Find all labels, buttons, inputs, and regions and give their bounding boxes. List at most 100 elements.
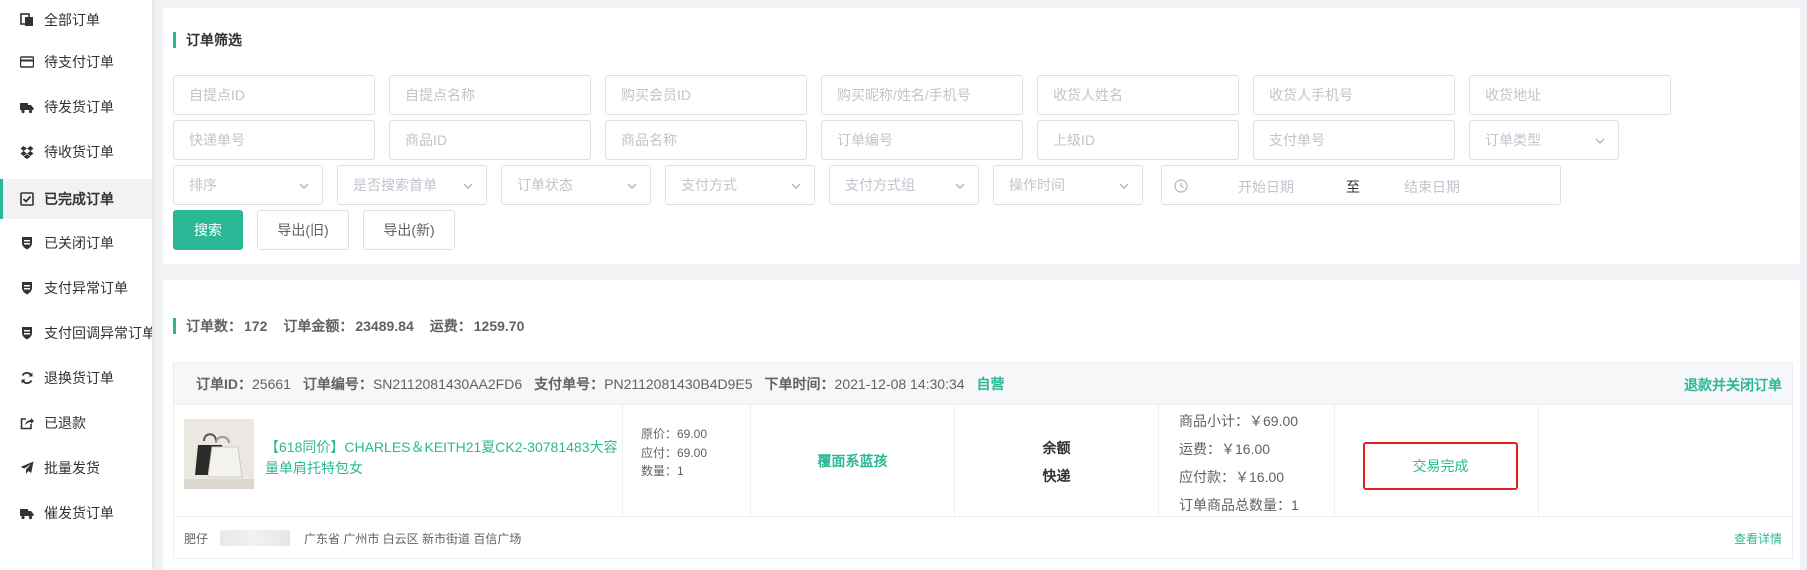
buyer-nickname-input[interactable]: 购买昵称/姓名/手机号 bbox=[821, 75, 1023, 115]
status-cell: 交易完成 bbox=[1335, 405, 1539, 517]
payable-amount: 应付款：￥16.00 bbox=[1179, 469, 1285, 485]
sidebar-item-label: 催发货订单 bbox=[44, 505, 114, 521]
sidebar-item-label: 批量发货 bbox=[44, 460, 100, 476]
sidebar-item-completed[interactable]: 已完成订单 bbox=[0, 179, 152, 219]
first-order-select[interactable]: 是否搜索首单 bbox=[337, 165, 487, 205]
order-type-select[interactable]: 订单类型 bbox=[1469, 120, 1619, 160]
total-quantity: 订单商品总数量：1 bbox=[1179, 497, 1299, 513]
sidebar-item-bulk-ship[interactable]: 批量发货 bbox=[0, 448, 152, 488]
sidebar-item-all-orders[interactable]: 全部订单 bbox=[0, 0, 152, 40]
sidebar: 全部订单 待支付订单 待发货订单 待收货订单 已完成订单 已关闭订单 支付异常订… bbox=[0, 0, 152, 570]
sidebar-item-pending-receipt[interactable]: 待收货订单 bbox=[0, 132, 152, 172]
shipping-fee: 运费：￥16.00 bbox=[1179, 441, 1271, 457]
operation-time-select[interactable]: 操作时间 bbox=[993, 165, 1143, 205]
original-price: 原价：69.00 bbox=[641, 427, 708, 441]
credit-card-icon bbox=[20, 55, 34, 69]
shield-icon bbox=[20, 236, 34, 250]
clock-icon bbox=[1174, 179, 1188, 193]
refresh-icon bbox=[20, 371, 34, 385]
share-square-icon bbox=[20, 416, 34, 430]
receiver-name-input[interactable]: 收货人姓名 bbox=[1037, 75, 1239, 115]
sidebar-item-callback-error[interactable]: 支付回调异常订单 bbox=[0, 313, 152, 353]
payment-group-select[interactable]: 支付方式组 bbox=[829, 165, 979, 205]
receiver-phone-input[interactable]: 收货人手机号 bbox=[1253, 75, 1455, 115]
product-image[interactable] bbox=[184, 419, 254, 489]
pay-no-label: 支付单号： bbox=[534, 375, 605, 392]
chevron-down-icon bbox=[791, 183, 801, 189]
order-count-label: 订单数： bbox=[186, 318, 242, 334]
freight-label: 运费： bbox=[429, 318, 472, 334]
pickup-point-name-input[interactable]: 自提点名称 bbox=[389, 75, 591, 115]
order-status-select-value: 订单状态 bbox=[517, 177, 573, 193]
product-id-input[interactable]: 商品ID bbox=[389, 120, 591, 160]
status-badge: 交易完成 bbox=[1363, 442, 1518, 490]
subtotal: 商品小计：￥69.00 bbox=[1179, 413, 1299, 429]
order-row: 【618同价】CHARLES＆KEITH21夏CK2-30781483大容量单肩… bbox=[174, 405, 1792, 517]
sort-select[interactable]: 排序 bbox=[173, 165, 323, 205]
price-cell: 原价：69.00 应付：69.00 数量：1 bbox=[623, 405, 751, 517]
amount-cell: 商品小计：￥69.00 运费：￥16.00 应付款：￥16.00 订单商品总数量… bbox=[1159, 405, 1335, 517]
receiver-address-input[interactable]: 收货地址 bbox=[1469, 75, 1671, 115]
refund-close-order-link[interactable]: 退款并关闭订单 bbox=[1684, 375, 1782, 395]
chevron-down-icon bbox=[1119, 183, 1129, 189]
payment-method-select[interactable]: 支付方式 bbox=[665, 165, 815, 205]
payment-number-input[interactable]: 支付单号 bbox=[1253, 120, 1455, 160]
order-time-value: 2021-12-08 14:30:34 bbox=[834, 375, 965, 392]
end-date-input[interactable]: 结束日期 bbox=[1404, 177, 1460, 197]
order-status-select[interactable]: 订单状态 bbox=[501, 165, 651, 205]
sidebar-item-payment-error[interactable]: 支付异常订单 bbox=[0, 268, 152, 308]
parent-id-input[interactable]: 上级ID bbox=[1037, 120, 1239, 160]
shield-icon bbox=[20, 281, 34, 295]
view-details-link[interactable]: 查看详情 bbox=[1734, 530, 1782, 547]
sidebar-item-urge-shipment[interactable]: 催发货订单 bbox=[0, 493, 152, 533]
order-no-value: SN2112081430AA2FD6 bbox=[372, 375, 523, 392]
start-date-input[interactable]: 开始日期 bbox=[1238, 177, 1294, 197]
order-stats: 订单数： 172 订单金额： 23489.84 运费： 1259.70 bbox=[173, 316, 540, 336]
date-range-separator: 至 bbox=[1346, 179, 1360, 195]
sidebar-item-label: 待收货订单 bbox=[44, 144, 114, 160]
send-icon bbox=[20, 461, 34, 475]
operation-time-select-value: 操作时间 bbox=[1009, 177, 1065, 193]
order-id-value: 25661 bbox=[252, 375, 291, 392]
order-time-label: 下单时间： bbox=[764, 375, 835, 392]
sidebar-item-pending-payment[interactable]: 待支付订单 bbox=[0, 42, 152, 82]
order-list-panel: 订单数： 172 订单金额： 23489.84 运费： 1259.70 订单ID… bbox=[163, 280, 1800, 570]
sidebar-item-pending-shipment[interactable]: 待发货订单 bbox=[0, 87, 152, 127]
title-accent-bar bbox=[173, 318, 176, 334]
sidebar-item-refunded[interactable]: 已退款 bbox=[0, 403, 152, 443]
handbag-image bbox=[184, 419, 254, 489]
product-name-input[interactable]: 商品名称 bbox=[605, 120, 807, 160]
receiver-name: 肥仔 bbox=[184, 531, 209, 546]
sidebar-item-closed[interactable]: 已关闭订单 bbox=[0, 223, 152, 263]
order-item: 订单ID： 25661 订单编号： SN2112081430AA2FD6 支付单… bbox=[173, 362, 1793, 559]
export-old-button[interactable]: 导出(旧) bbox=[257, 210, 349, 250]
order-footer: 肥仔 广东省 广州市 白云区 新市街道 百信广场 查看详情 bbox=[174, 518, 1792, 558]
chevron-down-icon bbox=[299, 183, 309, 189]
payment-cell: 余额 快递 bbox=[955, 405, 1159, 517]
payment-method: 余额 bbox=[1042, 440, 1071, 456]
freight-value: 1259.70 bbox=[473, 318, 525, 334]
buyer-name-link[interactable]: 覆面系蓝孩 bbox=[751, 451, 954, 471]
first-order-select-value: 是否搜索首单 bbox=[353, 177, 437, 193]
receiver-address: 广东省 广州市 白云区 新市街道 百信广场 bbox=[304, 531, 522, 546]
pay-no-value: PN2112081430B4D9E5 bbox=[604, 375, 753, 392]
payment-method-select-value: 支付方式 bbox=[681, 177, 737, 193]
order-no-label: 订单编号： bbox=[302, 375, 373, 392]
product-quantity: 数量：1 bbox=[641, 464, 684, 478]
shipping-method: 快递 bbox=[1042, 468, 1071, 484]
order-number-input[interactable]: 订单编号 bbox=[821, 120, 1023, 160]
export-new-button[interactable]: 导出(新) bbox=[363, 210, 455, 250]
payment-group-select-value: 支付方式组 bbox=[845, 177, 915, 193]
product-name-link[interactable]: 【618同价】CHARLES＆KEITH21夏CK2-30781483大容量单肩… bbox=[265, 437, 625, 479]
search-button[interactable]: 搜索 bbox=[173, 210, 243, 250]
tracking-number-input[interactable]: 快递单号 bbox=[173, 120, 375, 160]
check-square-icon bbox=[20, 192, 34, 206]
pickup-point-id-input[interactable]: 自提点ID bbox=[173, 75, 375, 115]
buyer-cell: 覆面系蓝孩 bbox=[751, 405, 955, 517]
sidebar-item-label: 待支付订单 bbox=[44, 54, 114, 70]
sidebar-item-label: 已退款 bbox=[44, 415, 86, 431]
sidebar-item-returns[interactable]: 退换货订单 bbox=[0, 358, 152, 398]
date-range-picker[interactable]: 开始日期 至 结束日期 bbox=[1161, 165, 1561, 205]
filter-panel: 订单筛选 自提点ID 自提点名称 购买会员ID 购买昵称/姓名/手机号 收货人姓… bbox=[163, 8, 1800, 264]
buyer-member-id-input[interactable]: 购买会员ID bbox=[605, 75, 807, 115]
